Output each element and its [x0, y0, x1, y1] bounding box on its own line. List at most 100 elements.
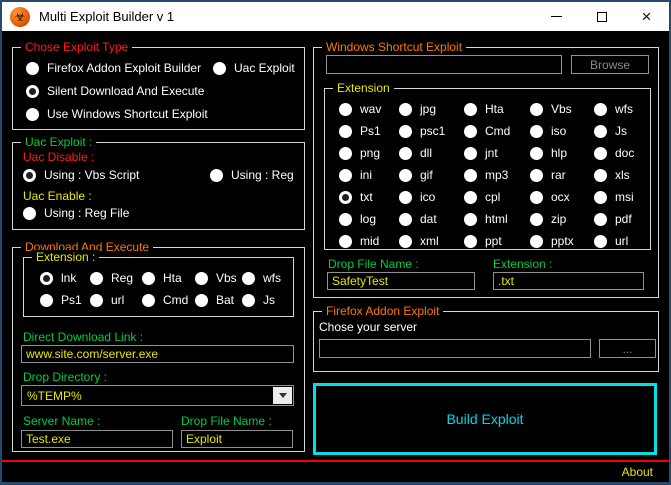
- radio-unselected-icon[interactable]: [464, 213, 477, 226]
- radio-unselected-icon[interactable]: [40, 294, 53, 307]
- radio-option-psc1[interactable]: psc1: [399, 124, 464, 138]
- radio-unselected-icon[interactable]: [399, 169, 412, 182]
- radio-option-hlp[interactable]: hlp: [530, 146, 594, 160]
- radio-unselected-icon[interactable]: [142, 294, 155, 307]
- radio-option-dll[interactable]: dll: [399, 146, 464, 160]
- radio-selected-icon[interactable]: [339, 191, 352, 204]
- radio-option-Hta[interactable]: Hta: [142, 271, 195, 285]
- close-button[interactable]: ×: [624, 2, 669, 31]
- radio-unselected-icon[interactable]: [399, 213, 412, 226]
- radio-option-Cmd[interactable]: Cmd: [142, 293, 195, 307]
- radio-unselected-icon[interactable]: [210, 169, 223, 182]
- drop-directory-dropdown-button[interactable]: [273, 387, 292, 404]
- radio-option-msi[interactable]: msi: [594, 190, 646, 204]
- radio-unselected-icon[interactable]: [594, 191, 607, 204]
- maximize-button[interactable]: [579, 2, 624, 31]
- radio-unselected-icon[interactable]: [399, 103, 412, 116]
- radio-option-zip[interactable]: zip: [530, 212, 594, 226]
- radio-unselected-icon[interactable]: [242, 272, 255, 285]
- about-link[interactable]: About: [622, 465, 653, 479]
- radio-unselected-icon[interactable]: [339, 235, 352, 248]
- radio-option-Hta[interactable]: Hta: [464, 102, 530, 116]
- radio-unselected-icon[interactable]: [399, 147, 412, 160]
- radio-unselected-icon[interactable]: [213, 62, 226, 75]
- radio-unselected-icon[interactable]: [464, 191, 477, 204]
- radio-option-gif[interactable]: gif: [399, 168, 464, 182]
- radio-unselected-icon[interactable]: [464, 169, 477, 182]
- shortcut-path-input[interactable]: [326, 55, 562, 74]
- radio-option-url[interactable]: url: [594, 234, 646, 248]
- radio-option-ico[interactable]: ico: [399, 190, 464, 204]
- radio-option-pdf[interactable]: pdf: [594, 212, 646, 226]
- radio-unselected-icon[interactable]: [594, 213, 607, 226]
- radio-unselected-icon[interactable]: [594, 125, 607, 138]
- radio-unselected-icon[interactable]: [594, 103, 607, 116]
- radio-option-log[interactable]: log: [339, 212, 399, 226]
- drop-directory-combobox[interactable]: %TEMP%: [21, 385, 294, 406]
- radio-option-Ps1[interactable]: Ps1: [40, 293, 90, 307]
- radio-unselected-icon[interactable]: [530, 103, 543, 116]
- radio-unselected-icon[interactable]: [399, 191, 412, 204]
- radio-option-ppt[interactable]: ppt: [464, 234, 530, 248]
- radio-unselected-icon[interactable]: [530, 169, 543, 182]
- radio-option-jnt[interactable]: jnt: [464, 146, 530, 160]
- radio-option-url[interactable]: url: [90, 293, 142, 307]
- radio-option-png[interactable]: png: [339, 146, 399, 160]
- radio-unselected-icon[interactable]: [23, 207, 36, 220]
- radio-unselected-icon[interactable]: [90, 294, 103, 307]
- radio-option-Use Windows Shortcut Exploit[interactable]: Use Windows Shortcut Exploit: [26, 107, 208, 121]
- shortcut-extension-input[interactable]: [493, 272, 644, 290]
- radio-option-Firefox Addon Exploit Builder[interactable]: Firefox Addon Exploit Builder: [26, 61, 213, 75]
- radio-unselected-icon[interactable]: [339, 147, 352, 160]
- radio-option-ini[interactable]: ini: [339, 168, 399, 182]
- radio-option-Using : Reg File[interactable]: Using : Reg File: [23, 206, 129, 220]
- radio-unselected-icon[interactable]: [594, 147, 607, 160]
- radio-option-jpg[interactable]: jpg: [399, 102, 464, 116]
- radio-unselected-icon[interactable]: [195, 294, 208, 307]
- radio-option-Uac Exploit[interactable]: Uac Exploit: [213, 61, 295, 75]
- radio-option-lnk[interactable]: lnk: [40, 271, 90, 285]
- radio-unselected-icon[interactable]: [464, 235, 477, 248]
- radio-option-Bat[interactable]: Bat: [195, 293, 242, 307]
- radio-unselected-icon[interactable]: [594, 169, 607, 182]
- radio-option-html[interactable]: html: [464, 212, 530, 226]
- radio-option-mid[interactable]: mid: [339, 234, 399, 248]
- radio-option-dat[interactable]: dat: [399, 212, 464, 226]
- dne-drop-file-name-input[interactable]: [181, 430, 293, 448]
- radio-option-Using : Vbs Script[interactable]: Using : Vbs Script: [23, 168, 210, 182]
- radio-unselected-icon[interactable]: [195, 272, 208, 285]
- direct-download-link-input[interactable]: [21, 345, 294, 363]
- radio-option-Js[interactable]: Js: [594, 124, 646, 138]
- radio-unselected-icon[interactable]: [464, 147, 477, 160]
- radio-option-wav[interactable]: wav: [339, 102, 399, 116]
- radio-option-doc[interactable]: doc: [594, 146, 646, 160]
- radio-option-iso[interactable]: iso: [530, 124, 594, 138]
- radio-option-Vbs[interactable]: Vbs: [530, 102, 594, 116]
- firefox-server-input[interactable]: [319, 339, 591, 358]
- radio-unselected-icon[interactable]: [530, 235, 543, 248]
- radio-option-wfs[interactable]: wfs: [594, 102, 646, 116]
- radio-option-wfs[interactable]: wfs: [242, 271, 289, 285]
- radio-option-cpl[interactable]: cpl: [464, 190, 530, 204]
- radio-option-xls[interactable]: xls: [594, 168, 646, 182]
- radio-option-Cmd[interactable]: Cmd: [464, 124, 530, 138]
- radio-option-Using : Reg[interactable]: Using : Reg: [210, 168, 294, 182]
- radio-unselected-icon[interactable]: [339, 169, 352, 182]
- radio-option-Reg[interactable]: Reg: [90, 271, 142, 285]
- browse-button[interactable]: Browse: [571, 55, 649, 74]
- shortcut-drop-file-name-input[interactable]: [327, 272, 475, 290]
- radio-selected-icon[interactable]: [26, 85, 39, 98]
- radio-unselected-icon[interactable]: [594, 235, 607, 248]
- radio-unselected-icon[interactable]: [339, 213, 352, 226]
- radio-option-Silent Download And Execute[interactable]: Silent Download And Execute: [26, 84, 204, 98]
- build-exploit-button[interactable]: Build Exploit: [313, 383, 657, 455]
- radio-option-rar[interactable]: rar: [530, 168, 594, 182]
- radio-unselected-icon[interactable]: [26, 108, 39, 121]
- radio-option-pptx[interactable]: pptx: [530, 234, 594, 248]
- radio-unselected-icon[interactable]: [339, 103, 352, 116]
- radio-unselected-icon[interactable]: [339, 125, 352, 138]
- radio-unselected-icon[interactable]: [142, 272, 155, 285]
- radio-option-mp3[interactable]: mp3: [464, 168, 530, 182]
- radio-unselected-icon[interactable]: [242, 294, 255, 307]
- radio-unselected-icon[interactable]: [530, 213, 543, 226]
